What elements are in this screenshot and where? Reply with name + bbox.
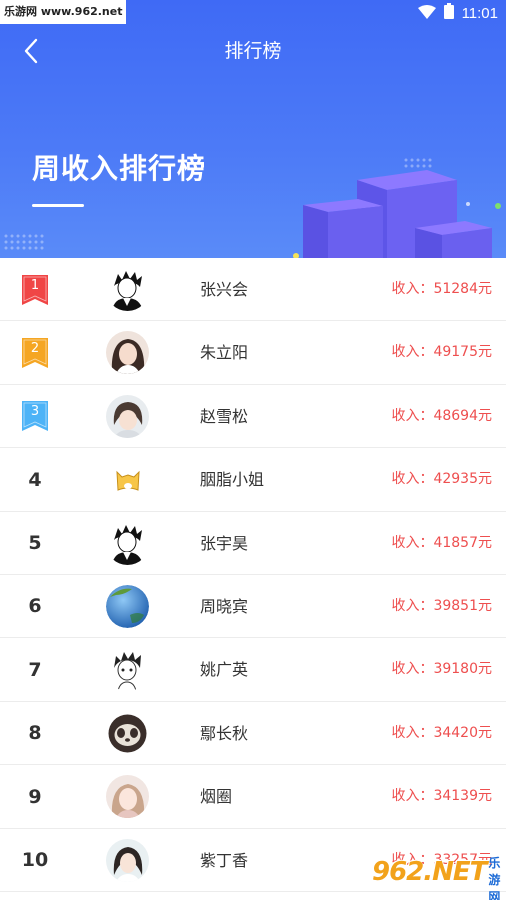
avatar <box>106 394 149 438</box>
ribbon-red-icon: 1 <box>22 274 48 305</box>
watermark-brand: 962.NET <box>372 857 487 887</box>
income-value: 收入：34139元 <box>391 788 492 805</box>
income-value: 收入：41857元 <box>391 534 492 551</box>
ranking-row[interactable]: 2 朱立阳 收入：49175元 <box>0 321 506 385</box>
rank-number: 9 <box>28 785 42 808</box>
rank-badge: 3 <box>14 385 56 448</box>
user-name: 朱立阳 <box>200 343 249 363</box>
rank-badge: 7 <box>14 638 56 701</box>
rank-number: 10 <box>21 849 49 872</box>
avatar <box>106 711 149 755</box>
rank-badge: 9 <box>14 765 56 828</box>
watermark-site: 乐游网 <box>488 855 501 900</box>
rank-badge: 8 <box>14 702 56 765</box>
ranking-row[interactable]: 1 张兴会 收入：51284元 <box>0 258 506 322</box>
rank-badge: 5 <box>14 512 56 575</box>
ribbon-orange-icon: 2 <box>22 337 48 368</box>
rank-badge: 2 <box>14 321 56 384</box>
avatar <box>106 331 149 375</box>
income-value: 收入：42935元 <box>391 471 492 488</box>
page-title: 排行榜 <box>224 40 282 62</box>
rank-badge: 6 <box>14 575 56 638</box>
watermark-top-left: 乐游网 www.962.net <box>0 0 127 24</box>
avatar <box>106 775 149 819</box>
ranking-row[interactable]: 4 胭脂小姐 收入：42935元 <box>0 448 506 512</box>
status-time: 11:01 <box>461 4 498 22</box>
avatar <box>106 268 149 311</box>
rank-badge: 1 <box>14 258 56 321</box>
ranking-row[interactable]: 5 张宇昊 收入：41857元 <box>0 511 506 575</box>
battery-icon <box>443 3 454 23</box>
ranking-row[interactable]: 6 周晓宾 收入：39851元 <box>0 574 506 639</box>
user-name: 烟圈 <box>200 787 233 807</box>
wifi-icon <box>417 4 436 23</box>
rank-badge: 4 <box>14 448 56 511</box>
rank-number: 6 <box>28 595 42 618</box>
income-value: 收入：51284元 <box>391 281 492 297</box>
user-name: 张兴会 <box>200 280 249 299</box>
income-value: 收入：49175元 <box>391 344 492 361</box>
user-name: 周晓宾 <box>200 596 249 616</box>
user-name: 姚广英 <box>200 660 249 680</box>
rank-number: 4 <box>28 468 42 491</box>
income-value: 收入：34420元 <box>391 724 492 741</box>
income-value: 收入：39180元 <box>391 661 492 678</box>
rank-badge: 10 <box>14 829 56 892</box>
header-banner: 乐游网 www.962.net 11:01 排行榜 周收入排行榜 <box>0 0 506 258</box>
ranking-row[interactable]: 8 鄢长秋 收入：34420元 <box>0 701 506 766</box>
rank-number: 7 <box>28 658 42 681</box>
avatar <box>106 458 149 502</box>
rank-number: 8 <box>28 722 42 745</box>
user-name: 胭脂小姐 <box>200 470 265 490</box>
ranking-row[interactable]: 3 赵雪松 收入：48694元 <box>0 384 506 449</box>
ranking-row[interactable]: 9 烟圈 收入：34139元 <box>0 765 506 829</box>
user-name: 紫丁香 <box>200 850 249 870</box>
user-name: 赵雪松 <box>200 406 249 426</box>
hero-title: 周收入排行榜 <box>32 152 207 185</box>
user-name: 张宇昊 <box>200 533 249 553</box>
hero-underline <box>32 204 84 207</box>
ranking-list: 1 张兴会 收入：51284元 2 朱立阳 收入：49175元 3 赵雪松 收入… <box>0 258 506 892</box>
ribbon-blue-icon: 3 <box>22 401 48 432</box>
user-name: 鄢长秋 <box>200 723 249 743</box>
avatar <box>106 521 149 565</box>
rank-number: 5 <box>28 532 42 555</box>
watermark-logo: 962.NET 乐游网 <box>372 850 500 900</box>
nav-bar: 排行榜 <box>0 28 506 72</box>
ranking-row[interactable]: 7 姚广英 收入：39180元 <box>0 638 506 702</box>
avatar <box>106 584 149 628</box>
income-value: 收入：48694元 <box>391 407 492 424</box>
avatar <box>106 838 149 882</box>
status-bar: 11:01 <box>417 2 498 24</box>
income-value: 收入：39851元 <box>391 597 492 614</box>
avatar <box>106 648 149 692</box>
